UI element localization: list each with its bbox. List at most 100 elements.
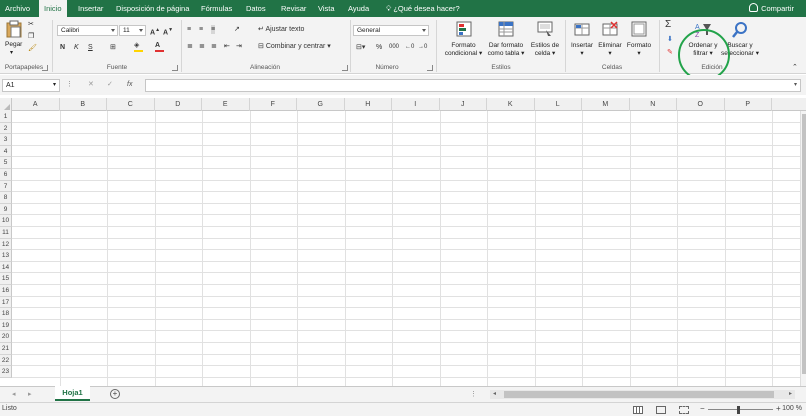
font-launcher-icon[interactable]	[172, 65, 178, 71]
paste-dropdown-icon[interactable]: ▾	[10, 49, 13, 57]
page-break-icon[interactable]	[679, 406, 689, 414]
underline-button[interactable]: S	[88, 43, 93, 52]
clear-eraser-icon[interactable]: ✎	[667, 48, 673, 57]
tab-revisar[interactable]: Revisar	[281, 0, 306, 17]
conditional-format-button[interactable]: Formato condicional ▾	[441, 42, 486, 58]
align-right-icon[interactable]: ≣	[211, 42, 217, 51]
collapse-ribbon-icon[interactable]: ⌃	[792, 63, 798, 72]
sheet-options-icon[interactable]: ⋮	[470, 390, 477, 398]
decrease-font-icon[interactable]: A▼	[163, 26, 173, 37]
tab-inicio[interactable]: Inicio	[39, 0, 67, 17]
orientation-icon[interactable]: ↗	[234, 25, 240, 34]
tab-ayuda[interactable]: Ayuda	[348, 0, 369, 17]
row-header[interactable]: 20	[0, 331, 12, 343]
row-header[interactable]: 18	[0, 308, 12, 320]
row-header[interactable]: 17	[0, 296, 12, 309]
increase-indent-icon[interactable]: ⇥	[236, 42, 242, 51]
row-header[interactable]: 13	[0, 250, 12, 262]
alignment-launcher-icon[interactable]	[342, 65, 348, 71]
increase-decimal-icon[interactable]: ←0	[405, 43, 414, 52]
align-left-icon[interactable]: ≣	[187, 42, 193, 51]
tab-insertar[interactable]: Insertar	[78, 0, 103, 17]
share-button[interactable]: Compartir	[749, 0, 794, 17]
horizontal-scrollbar[interactable]: ◂ ▸	[490, 390, 795, 399]
number-format-select[interactable]: General	[353, 25, 429, 36]
row-header[interactable]: 14	[0, 261, 12, 274]
number-launcher-icon[interactable]	[427, 65, 433, 71]
row-header[interactable]: 15	[0, 273, 12, 285]
tab-vista[interactable]: Vista	[318, 0, 335, 17]
horizontal-scroll-thumb[interactable]	[504, 391, 774, 398]
name-box[interactable]: A1 ▾	[2, 79, 60, 92]
align-bottom-icon[interactable]: ≡	[211, 25, 216, 34]
italic-button[interactable]: K	[74, 43, 79, 52]
fill-down-icon[interactable]: ⬇	[667, 35, 673, 44]
align-middle-icon[interactable]: ≡	[199, 25, 203, 34]
cancel-icon[interactable]: ✕	[88, 80, 94, 89]
tab-formulas[interactable]: Fórmulas	[201, 0, 232, 17]
zoom-slider[interactable]	[708, 409, 773, 410]
sheet-tab-hoja1[interactable]: Hoja1	[55, 386, 90, 401]
column-header[interactable]: N	[630, 98, 677, 111]
align-center-icon[interactable]: ≣	[199, 42, 205, 51]
row-header[interactable]: 7	[0, 180, 12, 193]
thousands-button[interactable]: 000	[389, 43, 399, 52]
insert-cells-button[interactable]: Insertar ▾	[568, 42, 596, 58]
column-header[interactable]: G	[297, 98, 345, 111]
column-header[interactable]: J	[440, 98, 487, 111]
merge-center-button[interactable]: ⊟ Combinar y centrar ▾	[258, 42, 331, 51]
row-header[interactable]: 22	[0, 354, 12, 367]
column-header[interactable]: H	[345, 98, 392, 111]
decrease-indent-icon[interactable]: ⇤	[224, 42, 230, 51]
row-header[interactable]: 5	[0, 157, 12, 169]
row-header[interactable]: 9	[0, 203, 12, 216]
column-header[interactable]: K	[487, 98, 535, 111]
column-header[interactable]: I	[392, 98, 440, 111]
cut-icon[interactable]: ✂	[28, 20, 34, 29]
row-header[interactable]: 19	[0, 319, 12, 332]
align-top-icon[interactable]: ≡	[187, 25, 191, 34]
worksheet-grid[interactable]: ABCDEFGHIJKLMNOP 1 2 3 4 5 6 7 8 9 10 11 12 13 14 15 16…	[0, 98, 806, 386]
tell-me-box[interactable]: 💡︎ ¿Qué desea hacer?	[386, 0, 460, 17]
font-name-select[interactable]: Calibri	[57, 25, 118, 36]
row-header[interactable]: 6	[0, 169, 12, 181]
fill-color-icon[interactable]: ◈	[134, 41, 143, 52]
column-header[interactable]: C	[107, 98, 155, 111]
format-cells-button[interactable]: Formato ▾	[624, 42, 654, 58]
row-header[interactable]: 3	[0, 134, 12, 146]
cell-styles-button[interactable]: Estilos de celda ▾	[527, 42, 563, 58]
insert-function-icon[interactable]: fx	[127, 80, 132, 89]
format-painter-icon[interactable]: 🖌︎	[28, 44, 37, 53]
normal-view-icon[interactable]	[633, 406, 643, 414]
zoom-in-icon[interactable]: +	[776, 404, 781, 413]
delete-cells-button[interactable]: Eliminar ▾	[596, 42, 624, 58]
next-sheet-icon[interactable]: ▸	[28, 390, 32, 398]
prev-sheet-icon[interactable]: ◂	[12, 390, 16, 398]
tab-archivo[interactable]: Archivo	[5, 0, 30, 17]
formula-input[interactable]: ▾	[145, 79, 801, 92]
decrease-decimal-icon[interactable]: →0	[418, 43, 427, 52]
column-header[interactable]: E	[202, 98, 250, 111]
row-header[interactable]: 8	[0, 192, 12, 204]
column-header[interactable]: O	[677, 98, 725, 111]
borders-icon[interactable]: ⊞	[110, 43, 116, 52]
font-color-icon[interactable]: A	[155, 41, 164, 52]
enter-icon[interactable]: ✓	[107, 80, 113, 89]
row-header[interactable]: 10	[0, 215, 12, 227]
column-header[interactable]: A	[12, 98, 60, 111]
row-header[interactable]: 4	[0, 145, 12, 158]
autosum-icon[interactable]: Σ	[665, 20, 671, 30]
select-all-corner[interactable]	[0, 98, 12, 111]
clipboard-launcher-icon[interactable]	[42, 65, 48, 71]
row-header[interactable]: 23	[0, 366, 12, 378]
add-sheet-button[interactable]: +	[110, 389, 120, 399]
column-header[interactable]: M	[582, 98, 630, 111]
percent-button[interactable]: %	[376, 43, 382, 52]
column-header[interactable]: F	[250, 98, 297, 111]
formula-options-icon[interactable]: ⋮	[66, 80, 73, 89]
paste-button[interactable]: Pegar	[5, 41, 22, 49]
column-header[interactable]: P	[725, 98, 772, 111]
column-header[interactable]: D	[155, 98, 202, 111]
vertical-scrollbar[interactable]	[800, 111, 806, 386]
copy-icon[interactable]: ❐	[28, 32, 34, 41]
